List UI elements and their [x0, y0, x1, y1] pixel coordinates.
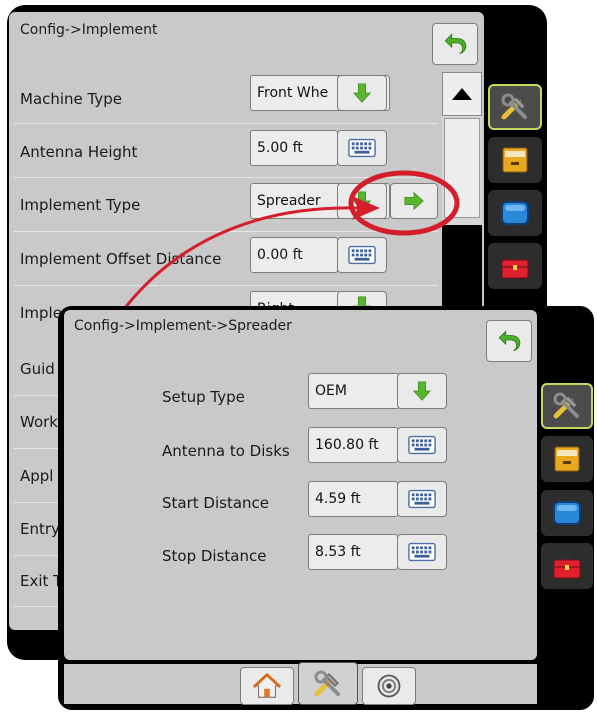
green-down-arrow-icon	[351, 189, 373, 213]
start-distance-label: Start Distance	[162, 494, 269, 512]
back-arrow-icon	[496, 328, 522, 354]
keyboard-icon	[408, 542, 436, 562]
antenna-height-keyboard-button[interactable]	[337, 130, 387, 166]
toolbox-icon	[551, 550, 583, 582]
front-tab-setup-tools[interactable]	[541, 383, 593, 429]
back-screen-back-button[interactable]	[432, 23, 478, 65]
display-screen-icon	[499, 197, 531, 229]
green-down-arrow-icon	[351, 81, 373, 105]
tools-icon	[551, 390, 583, 422]
antenna-to-disks-value[interactable]: 160.80 ft	[308, 427, 398, 463]
application-row-label: Appl	[20, 467, 54, 485]
stop-distance-value[interactable]: 8.53 ft	[308, 534, 398, 570]
implement-offset-distance-keyboard-button[interactable]	[337, 237, 387, 273]
row-divider	[14, 395, 64, 396]
front-tab-display[interactable]	[541, 490, 593, 536]
setup-type-label: Setup Type	[162, 388, 245, 406]
stop-distance-keyboard-button[interactable]	[397, 534, 447, 570]
keyboard-icon	[408, 435, 436, 455]
up-triangle-icon	[452, 88, 472, 100]
file-drawer-icon	[499, 144, 531, 176]
row-divider	[14, 123, 438, 124]
guidance-row-label: Guid	[20, 360, 55, 378]
row-divider	[14, 606, 64, 607]
implement-type-dropdown-button[interactable]	[337, 183, 387, 219]
implement-type-label: Implement Type	[20, 196, 141, 214]
file-drawer-icon	[551, 443, 583, 475]
work-row-label: Work	[20, 413, 58, 431]
front-settings-panel	[64, 310, 537, 660]
tab-tools[interactable]	[488, 243, 542, 289]
tools-icon	[312, 668, 344, 700]
machine-type-dropdown-button[interactable]	[337, 75, 387, 111]
implement-offset-distance-label: Implement Offset Distance	[20, 250, 222, 268]
antenna-height-value[interactable]: 5.00 ft	[250, 130, 338, 166]
antenna-height-label: Antenna Height	[20, 143, 138, 161]
home-icon	[252, 671, 282, 701]
display-screen-icon	[551, 497, 583, 529]
start-distance-keyboard-button[interactable]	[397, 481, 447, 517]
front-screen-title: Config->Implement->Spreader	[74, 318, 292, 334]
keyboard-icon	[348, 245, 376, 265]
row-divider	[14, 448, 64, 449]
antenna-to-disks-keyboard-button[interactable]	[397, 427, 447, 463]
toolbox-icon	[499, 250, 531, 282]
front-tab-tools[interactable]	[541, 543, 593, 589]
keyboard-icon	[408, 489, 436, 509]
start-distance-value[interactable]: 4.59 ft	[308, 481, 398, 517]
back-screen-title: Config->Implement	[20, 22, 158, 38]
green-right-arrow-icon	[401, 190, 427, 212]
green-down-arrow-icon	[411, 379, 433, 403]
tab-display[interactable]	[488, 190, 542, 236]
row-divider	[14, 231, 438, 232]
setup-type-value[interactable]: OEM	[308, 373, 400, 409]
keyboard-icon	[348, 138, 376, 158]
scroll-track-dark	[442, 225, 482, 310]
setup-type-dropdown-button[interactable]	[397, 373, 447, 409]
gauge-icon	[375, 672, 403, 700]
stop-distance-label: Stop Distance	[162, 547, 267, 565]
tab-data-management[interactable]	[488, 137, 542, 183]
operation-button[interactable]	[362, 667, 416, 705]
entry-row-label: Entry	[20, 520, 60, 538]
back-arrow-icon	[442, 31, 468, 57]
row-divider	[14, 285, 438, 286]
exit-row-label: Exit T	[20, 572, 63, 590]
machine-type-label: Machine Type	[20, 90, 123, 108]
setup-button[interactable]	[298, 662, 358, 705]
row-divider	[14, 177, 438, 178]
scroll-thumb[interactable]	[444, 118, 480, 218]
tab-setup-tools[interactable]	[488, 84, 542, 130]
front-tab-data-management[interactable]	[541, 436, 593, 482]
front-screen-back-button[interactable]	[486, 320, 532, 362]
implement-offset-distance-value[interactable]: 0.00 ft	[250, 237, 338, 273]
tools-icon	[499, 91, 531, 123]
implement-type-next-button[interactable]	[390, 183, 438, 219]
home-button[interactable]	[240, 667, 294, 705]
row-divider	[14, 502, 64, 503]
row-divider	[14, 555, 64, 556]
antenna-to-disks-label: Antenna to Disks	[162, 442, 290, 460]
scroll-up-button[interactable]	[442, 72, 482, 116]
